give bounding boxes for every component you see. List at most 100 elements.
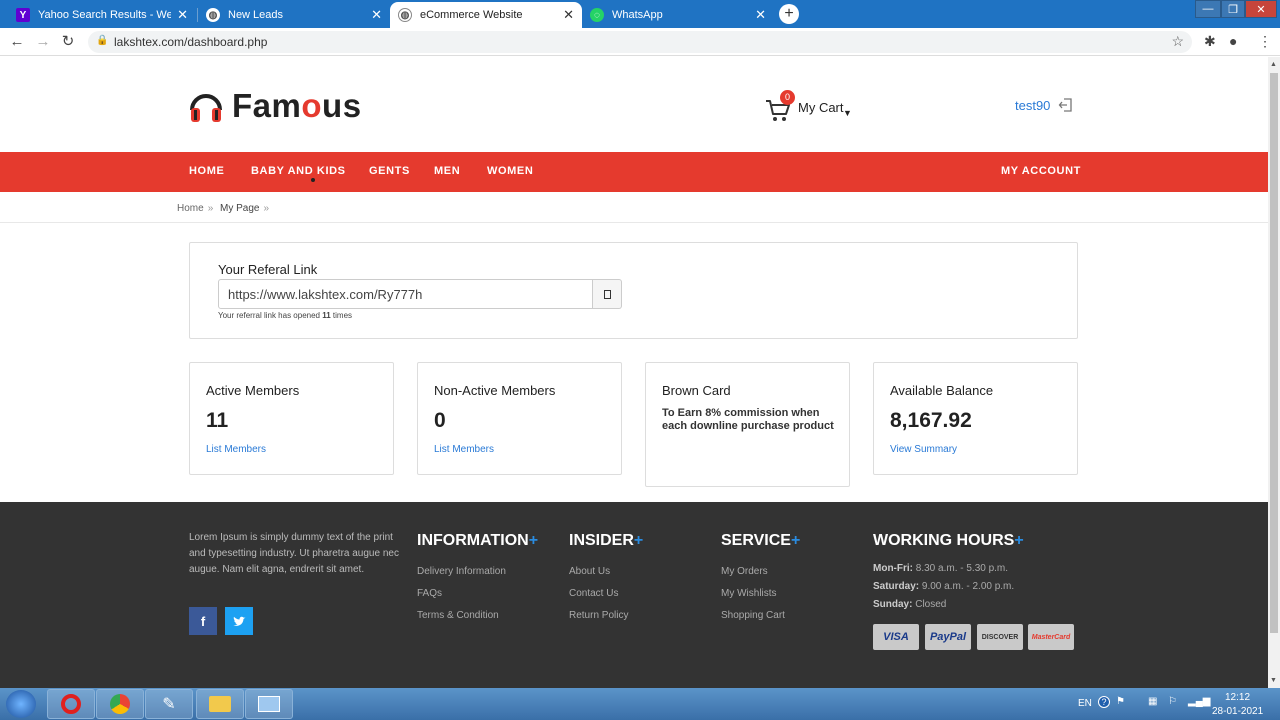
list-members-link[interactable]: List Members: [434, 444, 494, 455]
yahoo-favicon-icon: Y: [16, 8, 30, 22]
card-description: To Earn 8% commission when each downline…: [662, 407, 834, 432]
bookmark-star-icon[interactable]: ☆: [1171, 33, 1184, 50]
footer-link-my-wishlists[interactable]: My Wishlists: [721, 589, 800, 599]
taskbar-explorer[interactable]: [196, 689, 244, 719]
divider: [0, 222, 1268, 223]
scroll-up-icon[interactable]: ▲: [1270, 61, 1277, 68]
profile-icon[interactable]: ●: [1229, 33, 1237, 49]
url-text[interactable]: lakshtex.com/dashboard.php: [114, 35, 267, 49]
footer-link-faqs[interactable]: FAQs: [417, 589, 538, 599]
photo-viewer-icon: [258, 696, 280, 712]
taskbar-opera[interactable]: [47, 689, 95, 719]
active-members-count: 11: [206, 409, 229, 432]
web-page: Famous 0 My Cart ▼ test90 HOME BABY AND …: [0, 57, 1268, 688]
menu-icon[interactable]: ⋮: [1258, 33, 1272, 50]
footer-link-contact-us[interactable]: Contact Us: [569, 589, 643, 599]
signal-icon[interactable]: ▂▄▆: [1188, 696, 1210, 707]
close-window-button[interactable]: ✕: [1245, 0, 1277, 18]
footer-information-column: INFORMATION+ Delivery Information FAQs T…: [417, 532, 538, 621]
copy-link-button[interactable]: [593, 279, 622, 309]
start-button[interactable]: [6, 690, 36, 718]
brand-name: Famous: [232, 87, 362, 124]
footer-link-return-policy[interactable]: Return Policy: [569, 611, 643, 621]
hours-saturday: Saturday: 9.00 a.m. - 2.00 p.m.: [873, 581, 1015, 592]
breadcrumb-home[interactable]: Home: [177, 203, 204, 214]
chevron-down-icon: ▼: [843, 108, 852, 118]
page-scrollbar[interactable]: ▲ ▼: [1268, 57, 1280, 688]
chrome-icon: [110, 694, 130, 714]
address-bar[interactable]: 🔒 lakshtex.com/dashboard.php ☆: [88, 31, 1192, 53]
back-icon[interactable]: ←: [8, 33, 26, 51]
footer-service-column: SERVICE+ My Orders My Wishlists Shopping…: [721, 532, 800, 621]
browser-toolbar: ← → ↻ 🔒 lakshtex.com/dashboard.php ☆ ✱ ●…: [0, 28, 1280, 56]
help-icon[interactable]: ?: [1098, 696, 1110, 708]
tab-yahoo[interactable]: Y Yahoo Search Results - Web sear ✕: [8, 2, 196, 28]
cart-dropdown[interactable]: 0 My Cart ▼: [764, 90, 854, 128]
referral-link-input[interactable]: [218, 279, 593, 309]
tab-new-leads[interactable]: ◍ New Leads ✕: [198, 2, 390, 28]
footer-heading: SERVICE+: [721, 532, 801, 549]
language-indicator[interactable]: EN: [1078, 698, 1092, 709]
scrollbar-thumb[interactable]: [1270, 73, 1278, 633]
dropdown-indicator-icon: [311, 178, 315, 182]
nav-women[interactable]: WOMEN: [487, 165, 533, 177]
close-tab-icon[interactable]: ✕: [755, 7, 766, 23]
notification-icon[interactable]: ⚑: [1116, 696, 1125, 707]
logout-icon[interactable]: [1058, 97, 1074, 113]
tab-ecommerce[interactable]: ◍ eCommerce Website ✕: [390, 2, 582, 28]
taskbar-chrome[interactable]: [96, 689, 144, 719]
facebook-button[interactable]: f: [189, 607, 217, 635]
nav-home[interactable]: HOME: [189, 165, 224, 177]
breadcrumb-current: My Page: [220, 203, 260, 214]
taskbar-media[interactable]: ✎: [145, 689, 193, 719]
media-player-icon: ✎: [162, 696, 176, 713]
nav-men[interactable]: MEN: [434, 165, 460, 177]
network-icon[interactable]: ▦: [1148, 696, 1157, 707]
footer-heading: WORKING HOURS+: [873, 532, 1024, 549]
clock-date[interactable]: 28-01-2021: [1212, 706, 1263, 717]
footer-hours-column: WORKING HOURS+ Mon-Fri: 8.30 a.m. - 5.30…: [873, 532, 1024, 610]
footer-link-terms[interactable]: Terms & Condition: [417, 611, 538, 621]
scroll-down-icon[interactable]: ▼: [1270, 677, 1277, 684]
card-title: Brown Card: [662, 383, 731, 398]
nav-baby-and-kids[interactable]: BABY AND KIDS: [251, 165, 346, 177]
action-center-icon[interactable]: ⚐: [1168, 696, 1177, 707]
footer-link-my-orders[interactable]: My Orders: [721, 567, 800, 577]
view-summary-link[interactable]: View Summary: [890, 444, 957, 455]
discover-logo: DISCOVER: [977, 624, 1023, 650]
minimize-button[interactable]: —: [1195, 0, 1221, 18]
footer-link-about-us[interactable]: About Us: [569, 567, 643, 577]
new-tab-button[interactable]: +: [779, 4, 799, 24]
forward-icon[interactable]: →: [34, 33, 52, 51]
clock-time[interactable]: 12:12: [1225, 692, 1250, 703]
close-tab-icon[interactable]: ✕: [177, 7, 188, 23]
footer-link-delivery-information[interactable]: Delivery Information: [417, 567, 538, 577]
footer-heading: INFORMATION+: [417, 532, 539, 549]
referral-panel: Your Referal Link Your referral link has…: [189, 242, 1078, 339]
visa-logo: VISA: [873, 624, 919, 650]
user-menu[interactable]: test90: [1015, 97, 1074, 113]
hours-sunday: Sunday: Closed: [873, 599, 947, 610]
taskbar-photos[interactable]: [245, 689, 293, 719]
tab-title: Yahoo Search Results - Web sear: [38, 9, 172, 21]
available-balance-card: Available Balance 8,167.92 View Summary: [873, 362, 1078, 475]
nav-my-account[interactable]: MY ACCOUNT: [1001, 165, 1081, 177]
browser-tab-bar: Y Yahoo Search Results - Web sear ✕ ◍ Ne…: [0, 0, 1280, 28]
tab-whatsapp[interactable]: ◌ WhatsApp ✕: [582, 2, 774, 28]
site-logo[interactable]: Famous: [188, 87, 362, 125]
footer-link-shopping-cart[interactable]: Shopping Cart: [721, 611, 800, 621]
twitter-button[interactable]: [225, 607, 253, 635]
whatsapp-favicon-icon: ◌: [590, 8, 604, 22]
restore-button[interactable]: ❐: [1221, 0, 1245, 18]
close-tab-icon[interactable]: ✕: [563, 7, 574, 23]
username-link[interactable]: test90: [1015, 98, 1050, 113]
extensions-icon[interactable]: ✱: [1204, 33, 1216, 50]
main-navigation: HOME BABY AND KIDS GENTS MEN WOMEN MY AC…: [0, 152, 1268, 192]
system-tray: EN ? ⚑ ▦ ⚐ ▂▄▆ 12:12 28-01-2021: [1070, 688, 1280, 720]
list-members-link[interactable]: List Members: [206, 444, 266, 455]
nav-gents[interactable]: GENTS: [369, 165, 410, 177]
reload-icon[interactable]: ↻: [59, 33, 77, 51]
non-active-members-count: 0: [434, 409, 446, 432]
windows-taskbar: ✎ EN ? ⚑ ▦ ⚐ ▂▄▆ 12:12 28-01-2021: [0, 688, 1280, 720]
close-tab-icon[interactable]: ✕: [371, 7, 382, 23]
